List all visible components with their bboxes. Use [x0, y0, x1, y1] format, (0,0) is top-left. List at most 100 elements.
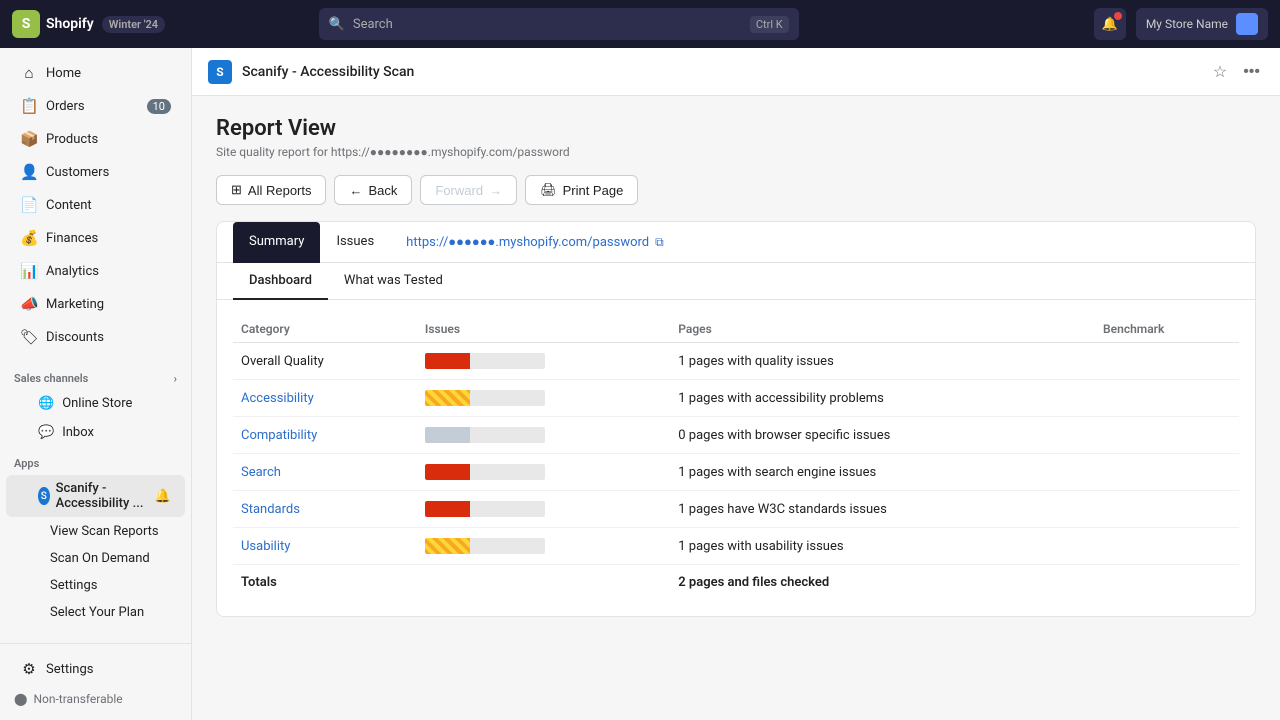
tab-issues-label: Issues — [336, 234, 374, 249]
all-reports-label: All Reports — [248, 183, 312, 198]
all-reports-icon: ⊞ — [231, 182, 242, 198]
accessibility-link[interactable]: Accessibility — [241, 391, 314, 406]
online-store-icon: 🌐 — [38, 396, 54, 411]
sidebar-label-products: Products — [46, 132, 98, 147]
pages-standards: 1 pages have W3C standards issues — [670, 491, 1095, 528]
benchmark-accessibility — [1095, 380, 1239, 417]
back-icon: ← — [349, 183, 362, 198]
select-plan-label: Select Your Plan — [50, 605, 144, 620]
search-label: Search — [353, 17, 393, 32]
issues-bar-accessibility — [417, 380, 670, 417]
app-header-title: Scanify - Accessibility Scan — [242, 64, 414, 80]
table-row: Compatibility 0 pages with browser speci… — [233, 417, 1239, 454]
sidebar-item-marketing[interactable]: 📣 Marketing — [6, 288, 185, 320]
tab-summary[interactable]: Summary — [233, 222, 320, 263]
apps-label: Apps — [14, 457, 39, 470]
non-transferable-label: Non-transferable — [33, 692, 122, 706]
sidebar-item-content[interactable]: 📄 Content — [6, 189, 185, 221]
col-benchmark: Benchmark — [1095, 316, 1239, 343]
scanify-label: Scanify - Accessibility ... — [56, 481, 147, 511]
sidebar-item-orders[interactable]: 📋 Orders 10 — [6, 90, 185, 122]
marketing-icon: 📣 — [20, 295, 38, 313]
sidebar-item-inbox[interactable]: 💬 Inbox — [6, 419, 185, 446]
report-title: Report View — [216, 116, 1256, 141]
notifications-button[interactable]: 🔔 — [1094, 8, 1126, 40]
search-shortcut: Ctrl K — [750, 16, 789, 33]
usability-link[interactable]: Usability — [241, 539, 290, 554]
sidebar-label-finances: Finances — [46, 231, 98, 246]
sales-channels-label: Sales channels — [14, 372, 88, 385]
print-page-button[interactable]: 🖨 Print Page — [525, 175, 638, 205]
sidebar-item-settings-main[interactable]: ⚙ Settings — [6, 653, 185, 685]
issues-bar-overall — [417, 343, 670, 380]
content-icon: 📄 — [20, 196, 38, 214]
orders-badge: 10 — [147, 99, 171, 114]
settings-icon: ⚙ — [20, 660, 38, 678]
settings-main-label: Settings — [46, 662, 93, 677]
pages-overall: 1 pages with quality issues — [670, 343, 1095, 380]
issues-table-wrapper: Category Issues Pages Benchmark Overall … — [217, 300, 1255, 616]
sidebar-item-settings-app[interactable]: Settings — [6, 573, 185, 598]
benchmark-overall — [1095, 343, 1239, 380]
compatibility-link[interactable]: Compatibility — [241, 428, 317, 443]
category-overall-quality: Overall Quality — [233, 343, 417, 380]
products-icon: 📦 — [20, 130, 38, 148]
orders-icon: 📋 — [20, 97, 38, 115]
search-bar[interactable]: 🔍 Search Ctrl K — [319, 8, 799, 40]
report-subtitle: Site quality report for https://●●●●●●●●… — [216, 145, 1256, 159]
shopify-logo[interactable]: S Shopify Winter '24 — [12, 10, 165, 38]
search-icon: 🔍 — [329, 17, 345, 32]
analytics-icon: 📊 — [20, 262, 38, 280]
sidebar-item-customers[interactable]: 👤 Customers — [6, 156, 185, 188]
sub-tab-what-was-tested[interactable]: What was Tested — [328, 263, 459, 300]
star-button[interactable]: ☆ — [1209, 58, 1231, 86]
sidebar-item-scan-on-demand[interactable]: Scan On Demand — [6, 546, 185, 571]
dot-icon: ⬤ — [14, 692, 27, 706]
home-icon: ⌂ — [20, 64, 38, 82]
sidebar-item-select-plan[interactable]: Select Your Plan — [6, 600, 185, 625]
sidebar-item-discounts[interactable]: 🏷 Discounts — [6, 321, 185, 353]
print-label: Print Page — [563, 183, 624, 198]
tab-url-link[interactable]: https://●●●●●●.myshopify.com/password ⧉ — [390, 226, 680, 258]
benchmark-search — [1095, 454, 1239, 491]
category-compatibility: Compatibility — [233, 417, 417, 454]
scan-on-demand-label: Scan On Demand — [50, 551, 150, 566]
totals-pages: 2 pages and files checked — [670, 565, 1095, 601]
tab-issues[interactable]: Issues — [320, 222, 390, 263]
sub-tab-tested-label: What was Tested — [344, 273, 443, 288]
report-nav-buttons: ⊞ All Reports ← Back Forward → 🖨 Print P… — [216, 175, 1256, 205]
scanify-icon: S — [38, 487, 50, 505]
forward-button[interactable]: Forward → — [420, 175, 517, 205]
table-row: Search 1 pages with search engine issues — [233, 454, 1239, 491]
settings-app-label: Settings — [50, 578, 97, 593]
forward-icon: → — [489, 183, 502, 198]
search-link[interactable]: Search — [241, 465, 281, 480]
notification-badge — [1114, 12, 1122, 20]
report-card: Summary Issues https://●●●●●●.myshopify.… — [216, 221, 1256, 617]
sidebar-item-online-store[interactable]: 🌐 Online Store — [6, 390, 185, 417]
pages-accessibility: 1 pages with accessibility problems — [670, 380, 1095, 417]
sidebar-item-scanify[interactable]: S Scanify - Accessibility ... 🔔 — [6, 475, 185, 517]
sidebar-item-analytics[interactable]: 📊 Analytics — [6, 255, 185, 287]
totals-row: Totals 2 pages and files checked — [233, 565, 1239, 601]
back-label: Back — [368, 183, 397, 198]
tab-summary-label: Summary — [249, 234, 304, 249]
sidebar-item-home[interactable]: ⌂ Home — [6, 57, 185, 89]
content-area: S Scanify - Accessibility Scan ☆ ••• Rep… — [192, 48, 1280, 720]
sidebar-item-products[interactable]: 📦 Products — [6, 123, 185, 155]
topnav-right-section: 🔔 My Store Name — [1094, 8, 1268, 40]
top-navigation: S Shopify Winter '24 🔍 Search Ctrl K 🔔 M… — [0, 0, 1280, 48]
app-header-bar: S Scanify - Accessibility Scan ☆ ••• — [192, 48, 1280, 96]
all-reports-button[interactable]: ⊞ All Reports — [216, 175, 326, 205]
sidebar-item-view-scan-reports[interactable]: View Scan Reports — [6, 519, 185, 544]
sales-channels-expand-icon[interactable]: › — [174, 372, 177, 385]
back-button[interactable]: ← Back — [334, 175, 412, 205]
col-pages: Pages — [670, 316, 1095, 343]
standards-link[interactable]: Standards — [241, 502, 300, 517]
more-options-button[interactable]: ••• — [1239, 59, 1264, 85]
sub-tab-dashboard[interactable]: Dashboard — [233, 263, 328, 300]
sidebar-item-finances[interactable]: 💰 Finances — [6, 222, 185, 254]
sidebar-label-analytics: Analytics — [46, 264, 99, 279]
user-menu-button[interactable]: My Store Name — [1136, 8, 1268, 40]
issues-bar-compatibility — [417, 417, 670, 454]
